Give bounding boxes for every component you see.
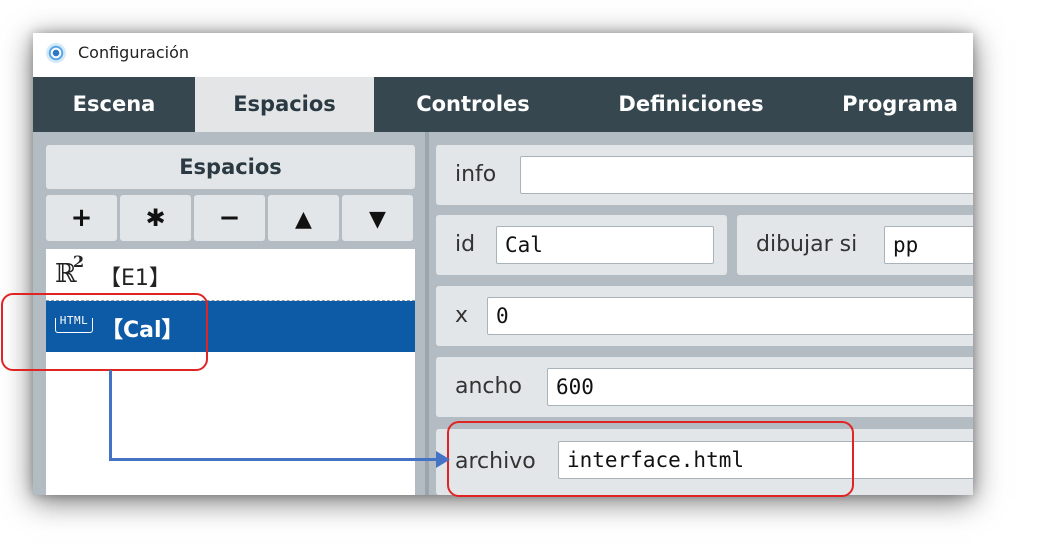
minus-icon: − <box>218 203 241 233</box>
move-up-button[interactable]: ▲ <box>268 195 339 241</box>
content-area: Espacios + ✱ − ▲ ▼ ℝ 2 【E1】 HTML 【Cal】 i… <box>33 132 973 495</box>
dibujar-si-row: dibujar si <box>737 215 973 275</box>
list-item-label: 【Cal】 <box>101 318 184 343</box>
tab-espacios[interactable]: Espacios <box>195 77 374 132</box>
r2-superscript: 2 <box>73 252 85 271</box>
tab-programa[interactable]: Programa <box>810 77 973 132</box>
copy-button[interactable]: ✱ <box>120 195 191 241</box>
config-window: Configuración Escena Espacios Controles … <box>33 33 973 495</box>
panel-divider[interactable] <box>425 132 429 495</box>
remove-button[interactable]: − <box>194 195 265 241</box>
window-title: Configuración <box>78 43 190 62</box>
html-icon-text: HTML <box>59 314 89 327</box>
dibujar-si-input[interactable] <box>884 226 973 264</box>
x-input[interactable] <box>487 297 973 335</box>
tab-controles[interactable]: Controles <box>374 77 572 132</box>
info-label: info <box>455 162 497 187</box>
id-label: id <box>455 232 476 257</box>
move-down-icon: ▼ <box>369 207 386 232</box>
app-icon <box>46 43 66 63</box>
dibujar-si-label: dibujar si <box>756 232 858 257</box>
ancho-label: ancho <box>455 374 522 399</box>
add-button[interactable]: + <box>46 195 117 241</box>
add-icon: + <box>70 203 93 233</box>
x-row: x <box>436 286 973 346</box>
archivo-row: archivo <box>436 429 973 495</box>
annotation-arrow-vertical <box>109 370 112 461</box>
move-up-icon: ▲ <box>295 207 312 232</box>
id-row: id <box>436 215 727 275</box>
archivo-input[interactable] <box>558 441 973 479</box>
tab-bar: Escena Espacios Controles Definiciones P… <box>33 77 973 132</box>
annotation-arrow-horizontal <box>109 458 439 461</box>
move-down-button[interactable]: ▼ <box>342 195 413 241</box>
list-item-cal[interactable]: HTML 【Cal】 <box>46 301 415 352</box>
tab-escena[interactable]: Escena <box>33 77 195 132</box>
annotation-arrow-head <box>436 451 450 468</box>
spaces-header: Espacios <box>46 145 415 189</box>
ancho-input[interactable] <box>547 368 973 406</box>
spaces-panel: Espacios + ✱ − ▲ ▼ ℝ 2 【E1】 HTML 【Cal】 <box>33 132 425 495</box>
info-row: info <box>436 145 973 205</box>
info-input[interactable] <box>520 156 973 194</box>
ancho-row: ancho <box>436 357 973 417</box>
x-label: x <box>455 303 469 328</box>
tab-definiciones[interactable]: Definiciones <box>572 77 810 132</box>
title-bar: Configuración <box>33 33 973 77</box>
asterisk-icon: ✱ <box>145 204 166 232</box>
list-item-label: 【E1】 <box>99 266 171 291</box>
list-item-e1[interactable]: ℝ 2 【E1】 <box>46 249 415 301</box>
archivo-label: archivo <box>455 449 536 474</box>
id-input[interactable] <box>496 226 714 264</box>
